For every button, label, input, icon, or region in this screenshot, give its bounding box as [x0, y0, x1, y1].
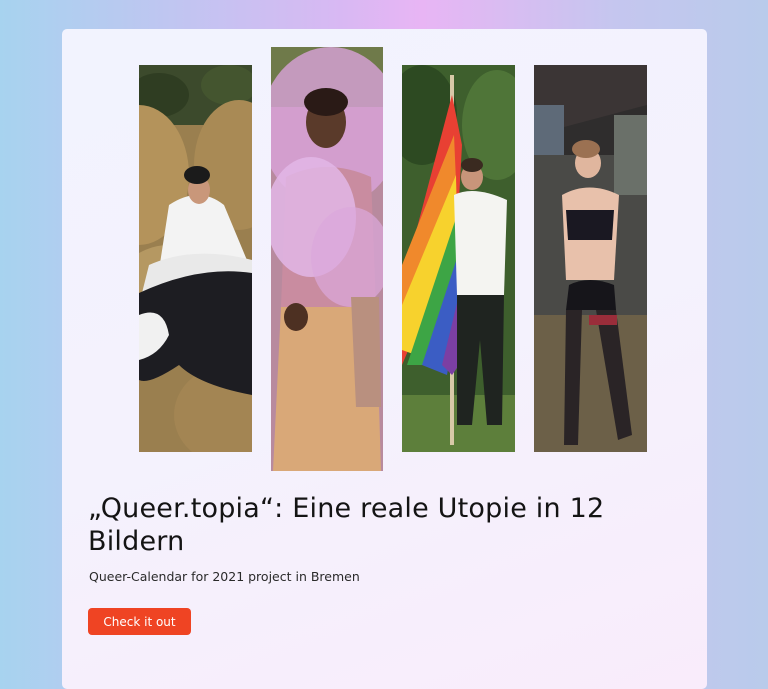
- photo-gallery: [62, 29, 707, 479]
- calendar-photo-harness: [534, 65, 647, 452]
- calendar-photo-pink-smoke: [271, 47, 383, 471]
- article-subtitle: Queer-Calendar for 2021 project in Breme…: [89, 569, 360, 584]
- calendar-photo-hay-bales: [139, 65, 252, 452]
- check-it-out-button[interactable]: Check it out: [88, 608, 191, 635]
- calendar-photo-rainbow-flag: [402, 65, 515, 452]
- article-card: „Queer.topia“: Eine reale Utopie in 12 B…: [62, 29, 707, 689]
- article-title: „Queer.topia“: Eine reale Utopie in 12 B…: [88, 493, 605, 557]
